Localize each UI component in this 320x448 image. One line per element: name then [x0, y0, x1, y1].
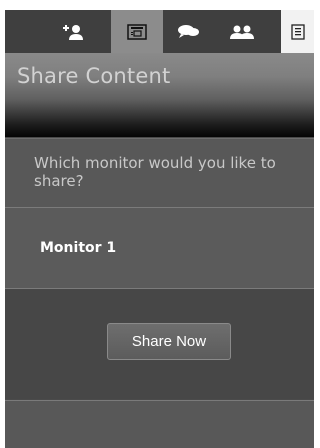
add-user-icon — [61, 23, 85, 41]
action-panel: Share Now — [5, 289, 314, 399]
share-content-screen: Share Content Which monitor would you li… — [5, 10, 314, 448]
menu-button[interactable] — [281, 10, 314, 53]
participants-tab[interactable] — [215, 10, 269, 53]
page-title: Share Content — [17, 64, 171, 88]
chat-tab[interactable] — [163, 10, 215, 53]
bottom-panel — [5, 400, 314, 448]
participants-icon — [229, 24, 255, 40]
share-screen-icon — [127, 23, 147, 40]
chat-icon — [177, 24, 201, 40]
share-content-tab[interactable] — [111, 10, 163, 53]
menu-icon — [290, 23, 305, 40]
question-text: Which monitor would you like to share? — [34, 154, 276, 190]
invite-participant-button[interactable] — [47, 10, 99, 53]
monitor-option-label: Monitor 1 — [40, 240, 117, 256]
toolbar — [5, 10, 314, 53]
question-panel: Which monitor would you like to share? — [5, 138, 314, 207]
share-now-button[interactable]: Share Now — [107, 323, 231, 360]
monitor-option[interactable]: Monitor 1 — [5, 208, 314, 288]
